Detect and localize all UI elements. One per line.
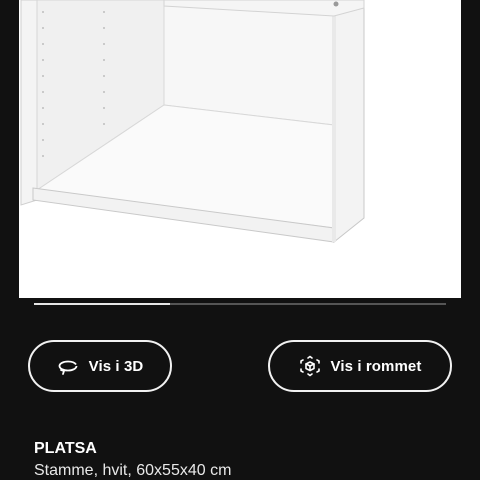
view-in-room-button[interactable]: Vis i rommet xyxy=(268,340,452,392)
carousel-progress-fill xyxy=(34,303,170,305)
ar-cube-icon xyxy=(299,355,321,377)
product-description: Stamme, hvit, 60x55x40 cm xyxy=(34,462,232,479)
view-in-room-label: Vis i rommet xyxy=(330,357,422,375)
view-in-3d-button[interactable]: Vis i 3D xyxy=(28,340,172,392)
product-image[interactable] xyxy=(19,0,461,298)
rotate-360-icon xyxy=(57,355,79,377)
cabinet-illustration xyxy=(19,0,461,298)
carousel-progress-track xyxy=(34,303,446,305)
product-page: Vis i 3D Vis i rommet PLATSA Stamme, hvi xyxy=(0,0,480,480)
product-title: PLATSA xyxy=(34,440,97,457)
view-in-3d-label: Vis i 3D xyxy=(88,357,144,375)
